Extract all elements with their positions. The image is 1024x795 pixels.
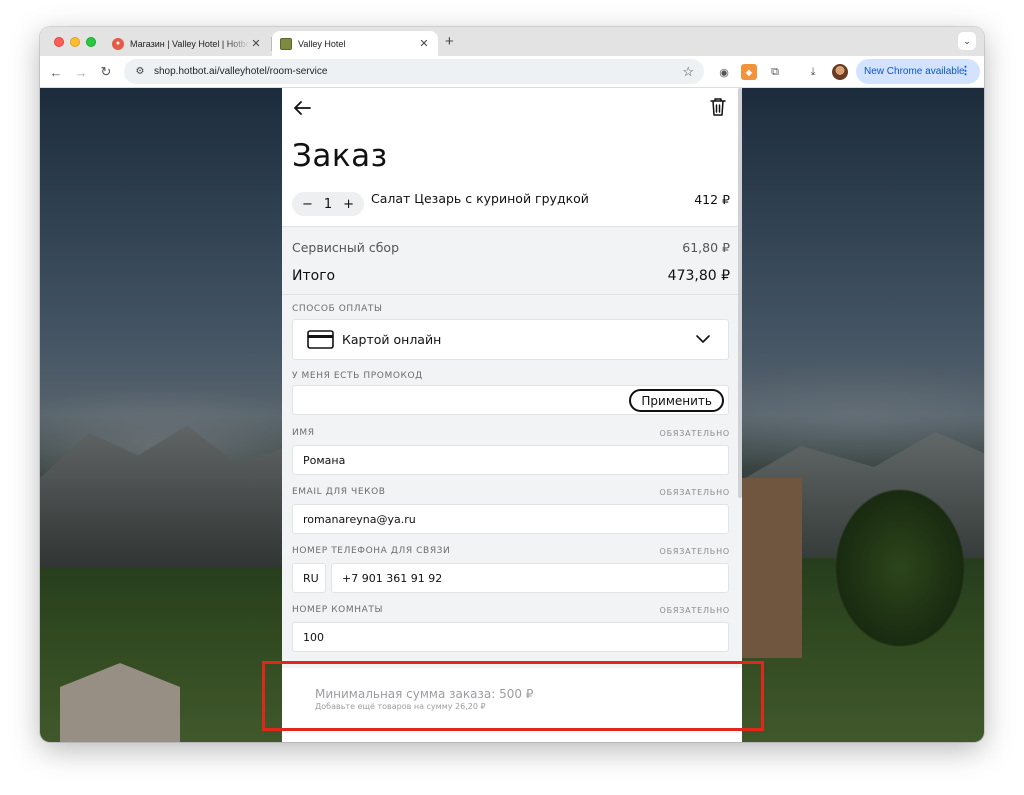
address-bar[interactable]: ⚙ shop.hotbot.ai/valleyhotel/room-servic… [124, 59, 704, 84]
reload-icon[interactable]: ↻ [97, 63, 115, 81]
order-panel: Заказ − 1 + Салат Цезарь с куриной грудк… [282, 88, 742, 742]
room-number-value: 100 [303, 630, 324, 644]
back-nav-icon[interactable]: ← [47, 63, 65, 81]
phone-input[interactable]: +7 901 361 91 92 [331, 563, 729, 593]
credit-card-icon [307, 330, 334, 349]
email-input[interactable]: romanareyna@ya.ru [292, 504, 729, 534]
payment-method-select[interactable]: Картой онлайн [292, 319, 729, 360]
close-window-button[interactable] [54, 37, 64, 47]
item-name: Салат Цезарь с куриной грудкой [371, 191, 589, 206]
close-tab-icon[interactable]: ✕ [250, 37, 262, 50]
page-title: Заказ [292, 138, 388, 174]
item-price: 412 ₽ [694, 192, 730, 207]
extensions-puzzle-icon[interactable]: ⧉ [767, 64, 783, 80]
total-value: 473,80 ₽ [667, 268, 730, 284]
tab-search-chevron-icon[interactable]: ⌄ [958, 32, 976, 50]
service-fee-label: Сервисный сбор [292, 240, 400, 255]
valley-hotel-favicon-icon [280, 37, 292, 50]
quantity-stepper: − 1 + [292, 192, 364, 216]
room-number-input[interactable]: 100 [292, 622, 729, 652]
tab-shop[interactable]: ● Магазин | Valley Hotel | Hotbot ✕ [104, 31, 270, 56]
divider [282, 294, 742, 295]
browser-window: ● Магазин | Valley Hotel | Hotbot ✕ Vall… [40, 27, 984, 742]
decrease-quantity-button[interactable]: − [302, 197, 313, 212]
tab-strip: ● Магазин | Valley Hotel | Hotbot ✕ Vall… [40, 27, 984, 56]
extension-orange-icon[interactable]: ◈ [741, 64, 757, 80]
page-viewport: Заказ − 1 + Салат Цезарь с куриной грудк… [40, 88, 984, 742]
divider [282, 226, 742, 227]
phone-label: НОМЕР ТЕЛЕФОНА ДЛЯ СВЯЗИ [292, 546, 451, 556]
more-menu-icon[interactable]: ⋮ [960, 64, 971, 77]
forward-nav-icon[interactable]: → [72, 63, 90, 81]
hotbot-favicon-icon: ● [112, 37, 124, 50]
new-tab-button[interactable]: + [445, 33, 454, 50]
tab-title: Valley Hotel [298, 38, 346, 49]
apply-promo-button[interactable]: Применить [629, 389, 724, 412]
camera-icon[interactable]: ◉ [716, 64, 732, 80]
bookmark-star-icon[interactable]: ☆ [682, 64, 694, 80]
tab-title: Магазин | Valley Hotel | Hotbot [130, 38, 250, 49]
room-number-label: НОМЕР КОМНАТЫ [292, 605, 383, 615]
service-fee-value: 61,80 ₽ [682, 240, 730, 255]
maximize-window-button[interactable] [86, 37, 96, 47]
new-chrome-available-button[interactable]: New Chrome available ⋮ [856, 59, 980, 84]
close-tab-icon[interactable]: ✕ [418, 37, 430, 50]
back-arrow-icon[interactable] [292, 98, 312, 118]
payment-method-value: Картой онлайн [342, 332, 442, 347]
email-label: EMAIL ДЛЯ ЧЕКОВ [292, 487, 386, 497]
phone-value: +7 901 361 91 92 [342, 571, 443, 585]
profile-avatar[interactable] [832, 64, 848, 80]
update-label: New Chrome available [864, 66, 965, 77]
increase-quantity-button[interactable]: + [343, 197, 354, 212]
promo-code-input[interactable]: Применить [292, 385, 729, 415]
total-label: Итого [292, 268, 336, 284]
promo-code-label: У МЕНЯ ЕСТЬ ПРОМОКОД [292, 371, 423, 381]
country-code-select[interactable]: RU [292, 563, 326, 593]
highlight-box [262, 661, 764, 731]
chevron-down-icon [696, 335, 710, 343]
required-label: ОБЯЗАТЕЛЬНО [659, 547, 730, 556]
name-value: Романа [303, 453, 346, 467]
payment-method-label: СПОСОБ ОПЛАТЫ [292, 304, 383, 314]
trash-icon[interactable] [709, 97, 727, 117]
site-settings-icon[interactable]: ⚙ [134, 66, 146, 78]
email-value: romanareyna@ya.ru [303, 512, 416, 526]
scrollbar[interactable] [738, 88, 742, 498]
download-icon[interactable]: ⤓ [805, 64, 821, 80]
required-label: ОБЯЗАТЕЛЬНО [659, 429, 730, 438]
required-label: ОБЯЗАТЕЛЬНО [659, 606, 730, 615]
url-text[interactable]: shop.hotbot.ai/valleyhotel/room-service [154, 66, 682, 77]
minimize-window-button[interactable] [70, 37, 80, 47]
country-code-value: RU [303, 571, 319, 585]
quantity-value: 1 [323, 196, 333, 212]
required-label: ОБЯЗАТЕЛЬНО [659, 488, 730, 497]
name-label: ИМЯ [292, 428, 315, 438]
browser-toolbar: ← → ↻ ⚙ shop.hotbot.ai/valleyhotel/room-… [40, 56, 984, 88]
tab-valley-hotel[interactable]: Valley Hotel ✕ [272, 31, 438, 56]
name-input[interactable]: Романа [292, 445, 729, 475]
